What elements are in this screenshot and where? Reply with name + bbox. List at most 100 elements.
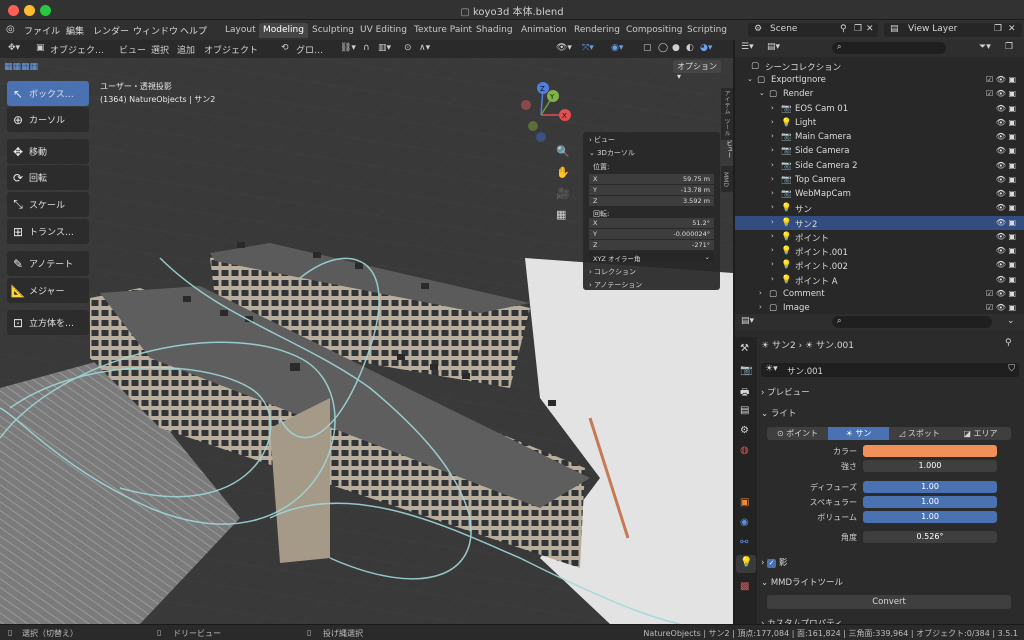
convert-button[interactable]: Convert xyxy=(767,595,1011,609)
tool-measure[interactable]: 📐 メジャー xyxy=(7,278,89,303)
gizmo-icon[interactable]: ⤧▾ xyxy=(582,43,594,53)
checkbox-icon[interactable]: ☑ xyxy=(986,303,993,312)
light-type-point[interactable]: ⊙ ポイント xyxy=(767,427,828,440)
outliner-row[interactable]: › ▢ Image ☑ 👁 ▣ xyxy=(735,301,1024,315)
collection-section-header[interactable]: › コレクション xyxy=(589,267,715,278)
expand-chevron-icon[interactable]: › xyxy=(771,260,774,268)
tab-item[interactable]: アイテム xyxy=(722,90,731,114)
light-panel-header[interactable]: ⌄ ライト xyxy=(761,407,796,419)
outliner-row[interactable]: › 📷 Side Camera 2 👁 ▣ xyxy=(735,159,1024,173)
grid-icon[interactable]: ▦ xyxy=(556,208,566,221)
camera-render-icon[interactable]: ▣ xyxy=(1008,146,1016,155)
tool-move[interactable]: ✥ 移動 xyxy=(7,139,89,164)
eye-icon[interactable]: 👁 xyxy=(996,303,1006,312)
row-toggle-icons[interactable]: 👁 ▣ xyxy=(996,118,1016,127)
menu-edit[interactable]: 編集 xyxy=(66,24,84,37)
tab-modeling[interactable]: Modeling xyxy=(259,23,308,38)
pin-icon[interactable]: ⚲ xyxy=(1005,338,1012,348)
row-toggle-icons[interactable]: 👁 ▣ xyxy=(996,275,1016,284)
row-toggle-icons[interactable]: 👁 ▣ xyxy=(996,246,1016,255)
light-type-spot[interactable]: ◿ スポット xyxy=(889,427,950,440)
expand-chevron-icon[interactable]: › xyxy=(771,246,774,254)
cursor-location-z[interactable]: Z 3.592 m xyxy=(589,196,714,206)
shadow-panel-header[interactable]: › ✓ 影 xyxy=(761,556,787,568)
texture-tab-icon[interactable]: ▩ xyxy=(740,581,749,592)
expand-chevron-icon[interactable]: › xyxy=(771,218,774,226)
expand-chevron-icon[interactable]: › xyxy=(759,289,762,297)
editor-type-icon[interactable]: ✥▾ xyxy=(8,43,20,53)
tool-annotate[interactable]: ✎ アノテート xyxy=(7,251,89,276)
outliner-row[interactable]: › 💡 ポイント.001 👁 ▣ xyxy=(735,244,1024,258)
tab-uv-editing[interactable]: UV Editing xyxy=(356,23,411,38)
shadow-checkbox[interactable]: ✓ xyxy=(767,559,777,568)
tab-tool[interactable]: ツール xyxy=(722,118,731,136)
display-mode-icon[interactable]: ▤▾ xyxy=(767,42,780,52)
camera-render-icon[interactable]: ▣ xyxy=(1008,104,1016,113)
property-field[interactable]: 0.526° xyxy=(863,531,997,543)
select-mode-icons[interactable]: ▦▦▦▦ xyxy=(4,62,38,72)
camera-render-icon[interactable]: ▣ xyxy=(1008,303,1016,312)
property-field[interactable]: 1.00 xyxy=(863,496,997,508)
row-toggle-icons[interactable]: 👁 ▣ xyxy=(996,203,1016,212)
row-toggle-icons[interactable]: 👁 ▣ xyxy=(996,175,1016,184)
editor-type-icon[interactable]: ☰▾ xyxy=(741,42,754,52)
tool-add-cube[interactable]: ⊡ 立方体を… xyxy=(7,310,89,335)
row-toggle-icons[interactable]: ☑ 👁 ▣ xyxy=(986,89,1016,98)
outliner-row[interactable]: › 📷 Main Camera 👁 ▣ xyxy=(735,130,1024,144)
pan-hand-icon[interactable]: ✋ xyxy=(556,166,570,179)
rotation-mode-dropdown[interactable]: XYZ オイラー角 ⌄ xyxy=(589,252,714,263)
rendered-shading-icon[interactable]: ◕▾ xyxy=(700,43,712,53)
output-tab-icon[interactable]: 🖶 xyxy=(740,385,749,402)
world-tab-icon[interactable]: ◍ xyxy=(740,445,749,456)
checkbox-icon[interactable]: ☑ xyxy=(986,289,993,298)
row-toggle-icons[interactable]: ☑ 👁 ▣ xyxy=(986,289,1016,298)
proportional-edit-icon[interactable]: ⊙ xyxy=(404,43,412,53)
cursor-rotation-z[interactable]: Z -271° xyxy=(589,240,714,250)
zoom-icon[interactable]: 🔍 xyxy=(556,145,570,158)
mmd-panel-header[interactable]: ⌄ MMDライトツール xyxy=(761,576,843,588)
tool-tab-icon[interactable]: ⚒ xyxy=(740,343,749,354)
select-menu[interactable]: 選択 xyxy=(151,43,169,56)
object-tab-icon[interactable]: ▣ xyxy=(740,497,749,508)
options-dropdown[interactable]: オプション ▾ xyxy=(673,60,721,81)
menu-render[interactable]: レンダー xyxy=(93,24,129,37)
cursor-rotation-y[interactable]: Y -0.000024° xyxy=(589,229,714,239)
camera-render-icon[interactable]: ▣ xyxy=(1008,175,1016,184)
expand-chevron-icon[interactable]: › xyxy=(771,161,774,169)
editor-type-icon[interactable]: ▤▾ xyxy=(741,316,754,326)
outliner-row[interactable]: › 💡 サン2 👁 ▣ xyxy=(735,215,1024,230)
shield-icon[interactable]: ⛉ xyxy=(1008,364,1015,374)
tool-select-box[interactable]: ↖ ボックス… xyxy=(7,81,89,106)
scene-selector[interactable]: ⚙ Scene ⚲ ❐ ✕ xyxy=(748,23,878,37)
expand-chevron-icon[interactable]: › xyxy=(759,303,762,311)
physics-tab-icon[interactable]: ◉ xyxy=(740,517,749,528)
scene-tab-icon[interactable]: ⚙ xyxy=(740,425,749,436)
preview-panel-header[interactable]: › プレビュー xyxy=(761,386,810,398)
row-toggle-icons[interactable]: 👁 ▣ xyxy=(996,189,1016,198)
outliner-search-input[interactable]: ⌕ xyxy=(832,42,946,54)
filter-icon[interactable]: ⏷▾ xyxy=(979,42,991,52)
expand-chevron-icon[interactable]: ⌄ xyxy=(759,89,765,97)
light-type-area[interactable]: ◪ エリア xyxy=(950,427,1011,440)
outliner-row[interactable]: › 📷 Side Camera 👁 ▣ xyxy=(735,144,1024,158)
outliner-row[interactable]: › 💡 ポイント 👁 ▣ xyxy=(735,230,1024,244)
close-icon[interactable]: ✕ xyxy=(866,24,874,34)
view-layer-selector[interactable]: ▤ View Layer ❐ ✕ xyxy=(884,23,1022,37)
row-toggle-icons[interactable]: 👁 ▣ xyxy=(996,104,1016,113)
eye-icon[interactable]: 👁 xyxy=(996,203,1006,212)
eye-icon[interactable]: 👁 xyxy=(996,104,1006,113)
checkbox-icon[interactable]: ☑ xyxy=(986,89,993,98)
copy-icon[interactable]: ❐ xyxy=(854,24,862,34)
outliner-row[interactable]: ⌄ ▢ ExportIgnore ☑ 👁 ▣ xyxy=(735,73,1024,87)
light-data-tab-icon[interactable]: 💡 xyxy=(736,555,756,573)
object-menu[interactable]: オブジェクト xyxy=(204,43,258,56)
light-type-sun[interactable]: ☀ サン xyxy=(828,427,889,440)
mode-selector[interactable]: オブジェク… xyxy=(50,43,104,56)
expand-chevron-icon[interactable]: › xyxy=(771,175,774,183)
expand-chevron-icon[interactable]: › xyxy=(771,132,774,140)
property-field[interactable]: 1.00 xyxy=(863,481,997,493)
outliner-row[interactable]: › 💡 Light 👁 ▣ xyxy=(735,116,1024,130)
tool-cursor[interactable]: ⊕ カーソル xyxy=(7,107,89,132)
pin-icon[interactable]: ⚲ xyxy=(840,24,847,34)
navigation-gizmo[interactable]: X Y Z xyxy=(513,82,573,142)
